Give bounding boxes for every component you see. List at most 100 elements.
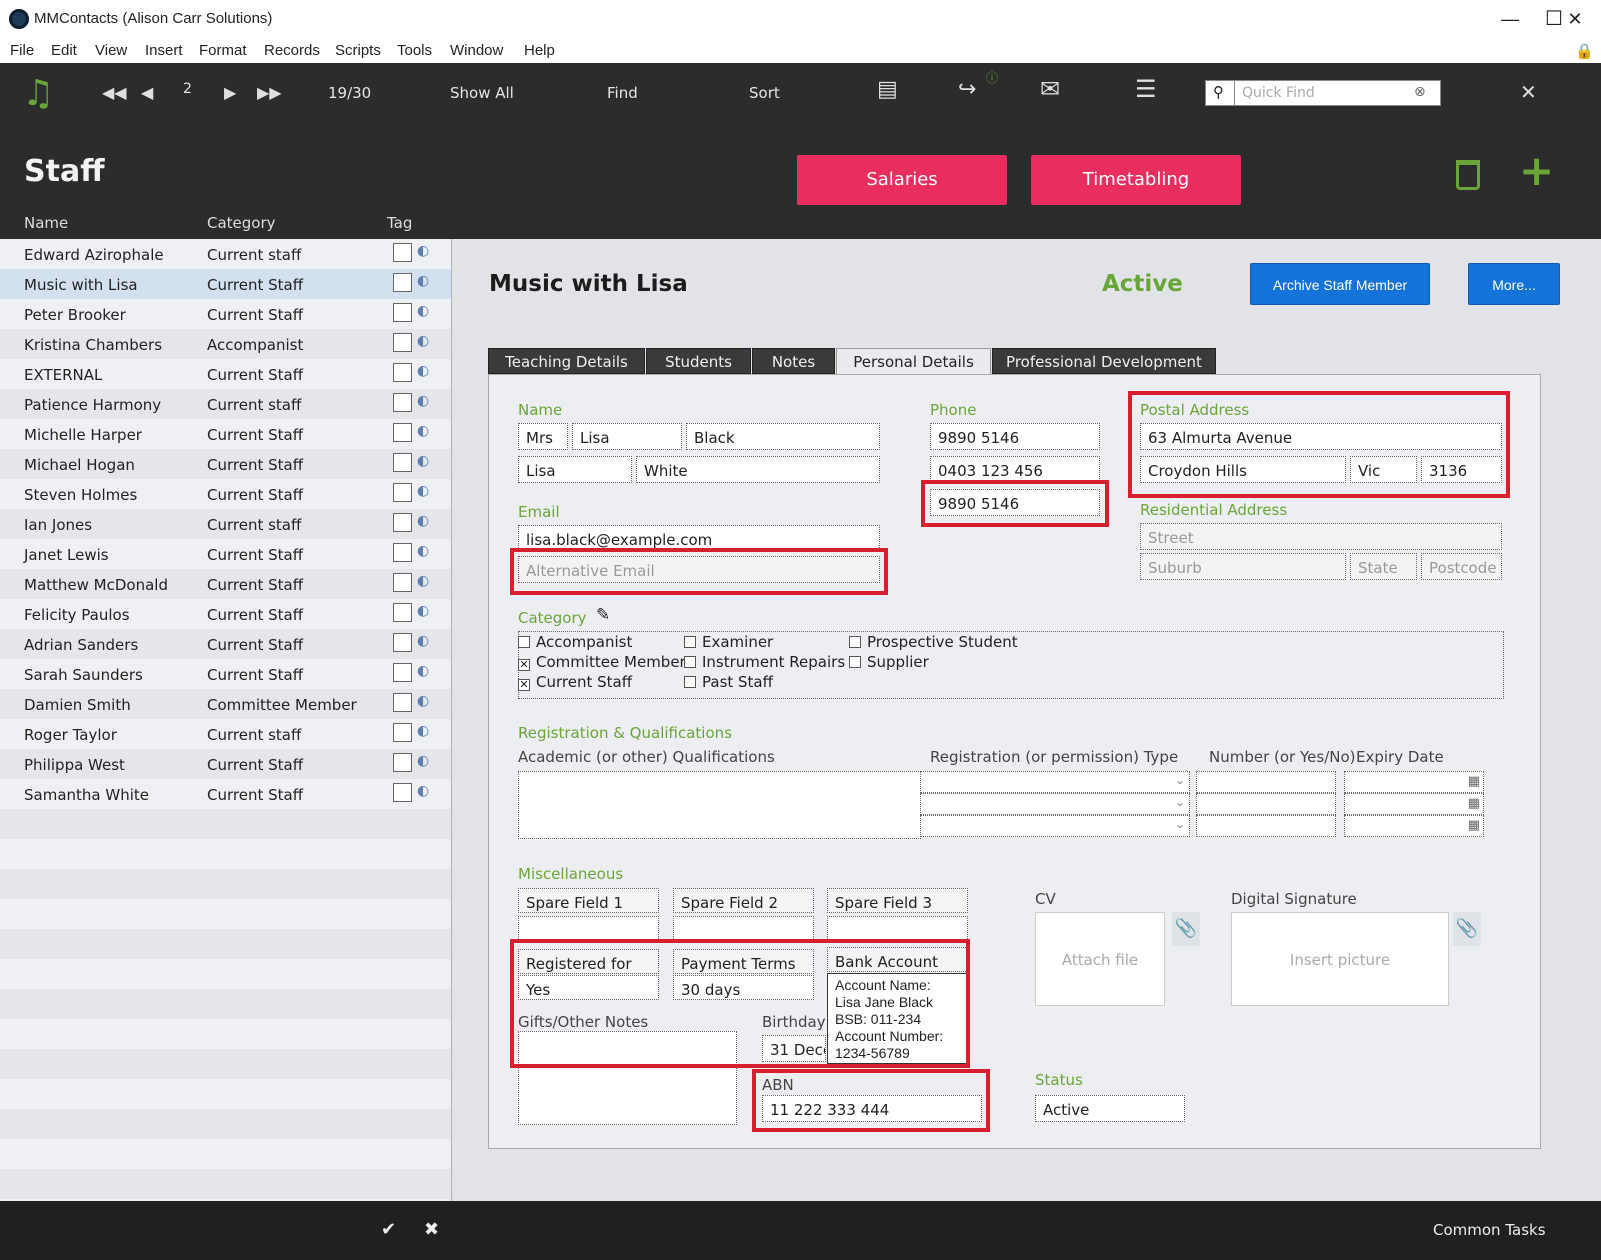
category-checkbox[interactable]: Examiner (684, 633, 773, 651)
calendar-icon[interactable]: ▦ (1468, 818, 1480, 833)
salaries-button[interactable]: Salaries (797, 155, 1007, 205)
cv-attach-field[interactable]: Attach file (1035, 912, 1165, 1006)
tab-students[interactable]: Students (646, 348, 751, 374)
signature-picture-field[interactable]: Insert picture (1231, 912, 1449, 1006)
tag-checkbox[interactable] (393, 273, 412, 292)
list-item[interactable]: Ian Jones Current staff ◐ (0, 509, 451, 539)
spare-field-2[interactable] (673, 916, 814, 941)
tag-checkbox[interactable] (393, 573, 412, 592)
registration-number-field[interactable] (1196, 793, 1336, 815)
category-checkbox[interactable]: Accompanist (518, 633, 632, 651)
close-toolbar-icon[interactable]: ✕ (1520, 80, 1537, 104)
tag-checkbox[interactable] (393, 423, 412, 442)
hide-eye-icon[interactable]: ◐ (417, 453, 429, 469)
edit-pencil-icon[interactable]: ✎ (596, 605, 610, 625)
menu-records[interactable]: Records (264, 42, 320, 59)
commit-check-icon[interactable]: ✔ (381, 1219, 396, 1240)
show-all-button[interactable]: Show All (450, 84, 514, 102)
tag-checkbox[interactable] (393, 363, 412, 382)
category-checkbox[interactable]: Instrument Repairs (684, 653, 845, 671)
phone-field-2[interactable]: 0403 123 456 (930, 456, 1100, 481)
list-item[interactable]: Damien Smith Committee Member ◐ (0, 689, 451, 719)
list-item[interactable]: Matthew McDonald Current Staff ◐ (0, 569, 451, 599)
hide-eye-icon[interactable]: ◐ (417, 783, 429, 799)
column-header-name[interactable]: Name (24, 214, 68, 232)
registration-number-field[interactable] (1196, 771, 1336, 793)
last-record-icon[interactable]: ▶▶ (257, 83, 282, 102)
tag-checkbox[interactable] (393, 723, 412, 742)
calendar-icon[interactable]: ▦ (1468, 774, 1480, 789)
list-item[interactable]: Michelle Harper Current Staff ◐ (0, 419, 451, 449)
list-item[interactable]: Kristina Chambers Accompanist ◐ (0, 329, 451, 359)
tag-checkbox[interactable] (393, 663, 412, 682)
column-header-tag[interactable]: Tag (387, 214, 412, 232)
common-tasks-button[interactable]: Common Tasks (1433, 1221, 1546, 1239)
tag-checkbox[interactable] (393, 543, 412, 562)
email-icon[interactable]: ✉ (1040, 75, 1060, 103)
help-badge-icon[interactable]: ⓘ (986, 69, 998, 86)
list-item[interactable]: Peter Brooker Current Staff ◐ (0, 299, 451, 329)
residential-suburb-field[interactable]: Suburb (1140, 553, 1346, 580)
menu-view[interactable]: View (95, 42, 127, 59)
list-item[interactable]: Felicity Paulos Current Staff ◐ (0, 599, 451, 629)
hide-eye-icon[interactable]: ◐ (417, 633, 429, 649)
phone-field-1[interactable]: 9890 5146 (930, 423, 1100, 450)
find-button[interactable]: Find (607, 84, 638, 102)
tag-checkbox[interactable] (393, 693, 412, 712)
spare-field-1[interactable] (518, 916, 659, 941)
menu-tools[interactable]: Tools (397, 42, 432, 59)
close-icon[interactable]: ✕ (1555, 6, 1595, 32)
category-checkbox[interactable]: Prospective Student (849, 633, 1018, 651)
hide-eye-icon[interactable]: ◐ (417, 693, 429, 709)
hide-eye-icon[interactable]: ◐ (417, 513, 429, 529)
next-record-icon[interactable]: ▶ (224, 83, 236, 102)
list-item[interactable]: Patience Harmony Current staff ◐ (0, 389, 451, 419)
registration-type-dropdown[interactable]: ⌄ (920, 793, 1190, 815)
hide-eye-icon[interactable]: ◐ (417, 393, 429, 409)
record-index[interactable]: 2 (183, 81, 192, 97)
hide-eye-icon[interactable]: ◐ (417, 303, 429, 319)
registration-number-field[interactable] (1196, 815, 1336, 837)
tag-checkbox[interactable] (393, 633, 412, 652)
tag-checkbox[interactable] (393, 333, 412, 352)
residential-postcode-field[interactable]: Postcode (1421, 553, 1502, 580)
other-last-name-field[interactable]: White (636, 456, 880, 483)
clear-search-icon[interactable]: ⊗ (1414, 84, 1426, 100)
category-checkbox[interactable]: ✕ Committee Member (518, 653, 686, 671)
hide-eye-icon[interactable]: ◐ (417, 363, 429, 379)
hide-eye-icon[interactable]: ◐ (417, 753, 429, 769)
quick-find-input[interactable]: ⚲ Quick Find ⊗ (1205, 80, 1441, 106)
category-checkbox[interactable]: Past Staff (684, 673, 773, 691)
list-item[interactable]: Philippa West Current Staff ◐ (0, 749, 451, 779)
status-field[interactable]: Active (1035, 1095, 1185, 1122)
hide-eye-icon[interactable]: ◐ (417, 243, 429, 259)
list-item[interactable]: Adrian Sanders Current Staff ◐ (0, 629, 451, 659)
spare-field-3[interactable] (827, 916, 968, 941)
tag-checkbox[interactable] (393, 753, 412, 772)
menu-help[interactable]: Help (524, 42, 555, 59)
residential-street-field[interactable]: Street (1140, 523, 1502, 550)
preferred-name-field[interactable]: Lisa (518, 456, 632, 483)
timetabling-button[interactable]: Timetabling (1031, 155, 1241, 205)
hide-eye-icon[interactable]: ◐ (417, 423, 429, 439)
menu-insert[interactable]: Insert (145, 42, 183, 59)
column-header-category[interactable]: Category (207, 214, 276, 232)
menu-file[interactable]: File (10, 42, 34, 59)
tag-checkbox[interactable] (393, 393, 412, 412)
menu-scripts[interactable]: Scripts (335, 42, 381, 59)
tag-checkbox[interactable] (393, 483, 412, 502)
menu-format[interactable]: Format (199, 42, 247, 59)
expiry-date-field[interactable]: ▦ (1344, 815, 1484, 837)
add-icon[interactable]: + (1519, 146, 1554, 195)
category-checkbox[interactable]: Supplier (849, 653, 929, 671)
hide-eye-icon[interactable]: ◐ (417, 333, 429, 349)
residential-state-field[interactable]: State (1350, 553, 1417, 580)
share-icon[interactable]: ↪ (958, 77, 976, 102)
previous-record-icon[interactable]: ◀ (141, 83, 153, 102)
hide-eye-icon[interactable]: ◐ (417, 273, 429, 289)
list-item[interactable]: Steven Holmes Current Staff ◐ (0, 479, 451, 509)
tab-professional-development[interactable]: Professional Development (992, 348, 1216, 374)
last-name-field[interactable]: Black (686, 423, 880, 450)
minimize-icon[interactable]: — (1490, 6, 1530, 32)
sort-button[interactable]: Sort (749, 84, 780, 102)
